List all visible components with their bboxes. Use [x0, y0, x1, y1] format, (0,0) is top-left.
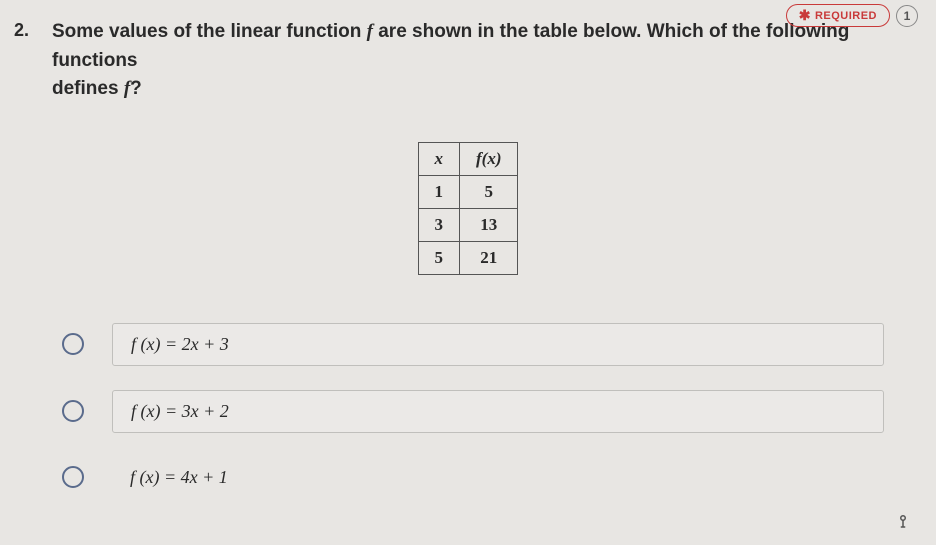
- cell-fx: 13: [460, 208, 518, 241]
- radio-button[interactable]: [62, 400, 84, 422]
- header-badges: ✱ REQUIRED 1: [786, 4, 918, 27]
- question-text-prefix: Some values of the linear function: [52, 21, 367, 42]
- cell-fx: 5: [460, 175, 518, 208]
- cell-x: 1: [418, 175, 460, 208]
- required-label: REQUIRED: [815, 10, 877, 22]
- option-row[interactable]: f (x) = 4x + 1: [62, 457, 884, 498]
- pin-icon: [894, 512, 912, 535]
- required-badge: ✱ REQUIRED: [786, 4, 890, 27]
- radio-button[interactable]: [62, 466, 84, 488]
- asterisk-icon: ✱: [799, 7, 811, 24]
- data-table-wrap: x f(x) 1 5 3 13 5 21: [22, 142, 914, 275]
- question-text: Some values of the linear function f are…: [52, 18, 914, 104]
- radio-button[interactable]: [62, 333, 84, 355]
- question-number: 2.: [14, 20, 29, 41]
- question-text-suffix: ?: [130, 78, 142, 99]
- cell-x: 5: [418, 241, 460, 274]
- table-row: 5 21: [418, 241, 518, 274]
- question-container: 2. Some values of the linear function f …: [0, 0, 936, 498]
- option-formula: f (x) = 4x + 1: [112, 457, 884, 498]
- table-header-row: x f(x): [418, 142, 518, 175]
- table-row: 1 5: [418, 175, 518, 208]
- option-row[interactable]: f (x) = 2x + 3: [62, 323, 884, 366]
- option-formula: f (x) = 2x + 3: [112, 323, 884, 366]
- options-list: f (x) = 2x + 3 f (x) = 3x + 2 f (x) = 4x…: [62, 323, 884, 498]
- question-text-line2: defines: [52, 78, 124, 99]
- cell-fx: 21: [460, 241, 518, 274]
- points-badge: 1: [896, 5, 918, 27]
- table-row: 3 13: [418, 208, 518, 241]
- option-formula: f (x) = 3x + 2: [112, 390, 884, 433]
- cell-x: 3: [418, 208, 460, 241]
- data-table: x f(x) 1 5 3 13 5 21: [418, 142, 519, 275]
- col-header-x: x: [418, 142, 460, 175]
- points-value: 1: [904, 9, 911, 23]
- option-row[interactable]: f (x) = 3x + 2: [62, 390, 884, 433]
- col-header-fx: f(x): [460, 142, 518, 175]
